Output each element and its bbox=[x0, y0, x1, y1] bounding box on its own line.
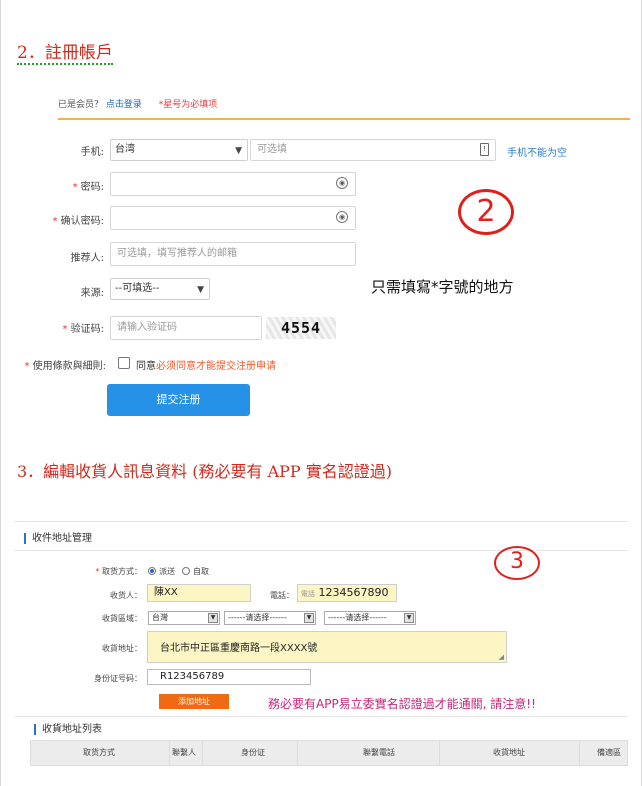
column-divider bbox=[202, 741, 203, 765]
column-header-method: 取货方式 bbox=[83, 748, 115, 757]
column-header-phone: 聯繫電話 bbox=[363, 748, 395, 757]
dropdown-arrow-icon: ▼ bbox=[208, 613, 218, 623]
chevron-down-icon: ▼ bbox=[235, 146, 242, 156]
eye-icon[interactable]: ◉ bbox=[336, 211, 348, 223]
region-country-select[interactable]: 台灣 ▼ bbox=[148, 611, 220, 625]
callout-text: 只需填寫*字號的地方 bbox=[371, 278, 514, 296]
address-section-title: 收件地址管理 bbox=[24, 533, 92, 544]
region-select-3-value: ------请选择------ bbox=[328, 613, 387, 622]
confirm-password-label: * 确认密码: bbox=[52, 216, 104, 227]
resize-handle-icon[interactable]: ◢ bbox=[499, 653, 504, 661]
password-label-text: 密码: bbox=[80, 182, 104, 193]
section2-heading-text: 2．註冊帳戶 bbox=[17, 43, 113, 65]
phone-input[interactable]: 可选填 ! bbox=[250, 139, 496, 161]
id-number-label: 身份证号码： bbox=[94, 674, 142, 683]
column-header-contact: 聯繫人 bbox=[172, 748, 196, 757]
column-divider bbox=[297, 741, 298, 765]
agree-note: 必须同意才能提交注册申请 bbox=[156, 361, 276, 372]
region-label: 收貨區域： bbox=[102, 614, 142, 623]
password-input[interactable]: ◉ bbox=[110, 172, 356, 196]
captcha-code: 4554 bbox=[280, 319, 322, 337]
phone-label: 手机: bbox=[80, 147, 104, 158]
address-textarea[interactable]: 台北市中正區重慶南路一段XXXX號 ◢ bbox=[147, 631, 507, 663]
address-label: 收貨地址： bbox=[102, 644, 142, 653]
column-divider bbox=[579, 741, 580, 765]
divider bbox=[14, 550, 628, 551]
source-label: 来源: bbox=[80, 288, 104, 299]
login-bar: 已是会员？ 点击登录 *星号为必填项 bbox=[58, 96, 630, 120]
column-divider bbox=[439, 741, 440, 765]
password-label: * 密码: bbox=[72, 182, 104, 193]
phone-field-value: 1234567890 bbox=[318, 586, 389, 599]
source-select[interactable]: --可填选-- ▼ bbox=[110, 278, 210, 300]
method-label-text: 取货方式： bbox=[102, 567, 142, 576]
region-select-3[interactable]: ------请选择------ ▼ bbox=[324, 611, 416, 625]
source-value: --可填选-- bbox=[115, 283, 160, 294]
terms-label-text: 使用條款與細則: bbox=[32, 361, 106, 372]
region-country-value: 台灣 bbox=[152, 613, 168, 622]
referrer-input[interactable]: 可选填，填写推荐人的邮箱 bbox=[110, 242, 356, 266]
country-select[interactable]: 台湾 ▼ bbox=[110, 139, 248, 161]
divider bbox=[14, 716, 628, 717]
phone-icon: ! bbox=[480, 143, 489, 156]
region-select-2[interactable]: ------请选择------ ▼ bbox=[224, 611, 316, 625]
required-note: *星号为必填项 bbox=[158, 100, 218, 110]
login-link[interactable]: 点击登录 bbox=[106, 100, 142, 110]
submit-register-button[interactable]: 提交注册 bbox=[107, 384, 250, 416]
confirm-password-input[interactable]: ◉ bbox=[110, 206, 356, 230]
dropdown-arrow-icon: ▼ bbox=[304, 613, 314, 623]
member-prefix: 已是会员？ bbox=[58, 100, 104, 110]
column-divider bbox=[169, 741, 170, 765]
step-number-badge: 3 bbox=[494, 546, 540, 580]
country-value: 台湾 bbox=[115, 144, 135, 155]
agree-text: 同意必须同意才能提交注册申请 bbox=[136, 357, 276, 372]
pickup-option-label: 自取 bbox=[193, 567, 209, 576]
step-number-badge: 2 bbox=[458, 189, 514, 235]
captcha-label: * 验证码: bbox=[62, 324, 104, 335]
region-select-2-value: ------请选择------ bbox=[228, 613, 287, 622]
captcha-placeholder: 请输入验证码 bbox=[117, 322, 177, 333]
section2-heading: 2．註冊帳戶 bbox=[17, 38, 113, 65]
section3-heading: 3．編輯收貨人訊息資料 (務必要有 APP 實名認證過) bbox=[17, 462, 393, 481]
column-header-notes: 備適區 bbox=[597, 748, 621, 757]
realname-warning: 務必要有APP易立委實名認證過才能通關, 請注意!! bbox=[268, 697, 536, 711]
referrer-label: 推荐人: bbox=[70, 253, 104, 264]
phone-note: 手机不能为空 bbox=[507, 148, 567, 159]
column-header-id: 身份证 bbox=[241, 748, 265, 757]
address-list-title: 收貨地址列表 bbox=[34, 724, 102, 735]
eye-icon[interactable]: ◉ bbox=[336, 177, 348, 189]
referrer-placeholder: 可选填，填写推荐人的邮箱 bbox=[117, 248, 237, 259]
terms-label: * 使用條款與細則: bbox=[24, 361, 106, 372]
receiver-value: 陳XX bbox=[154, 587, 178, 598]
agree-label: 同意 bbox=[136, 361, 156, 372]
captcha-image[interactable]: 4554 bbox=[266, 317, 336, 339]
radio-delivery[interactable] bbox=[148, 567, 156, 575]
phone-field-label: 電話： bbox=[270, 591, 294, 600]
delivery-option-label: 派送 bbox=[159, 567, 175, 576]
divider bbox=[14, 521, 628, 522]
agree-checkbox[interactable] bbox=[118, 357, 130, 369]
dropdown-arrow-icon: ▼ bbox=[404, 613, 414, 623]
receiver-input[interactable]: 陳XX bbox=[147, 584, 251, 602]
captcha-input[interactable]: 请输入验证码 bbox=[110, 316, 262, 340]
id-number-input[interactable]: R123456789 bbox=[147, 669, 311, 685]
address-table-header: 取货方式 聯繫人 身份证 聯繫電話 收貨地址 備適區 bbox=[30, 740, 628, 766]
phone-field-input[interactable]: 電話 1234567890 bbox=[297, 584, 397, 602]
id-number-value: R123456789 bbox=[160, 671, 225, 682]
address-value: 台北市中正區重慶南路一段XXXX號 bbox=[160, 643, 318, 654]
phone-prefix: 電話 bbox=[301, 590, 315, 598]
captcha-label-text: 验证码: bbox=[70, 324, 104, 335]
add-address-button[interactable]: 添加地址 bbox=[159, 694, 229, 709]
confirm-label-text: 确认密码: bbox=[60, 216, 104, 227]
radio-pickup[interactable] bbox=[182, 567, 190, 575]
column-header-address: 收貨地址 bbox=[493, 748, 525, 757]
receiver-label: 收货人： bbox=[110, 591, 142, 600]
chevron-down-icon: ▼ bbox=[197, 285, 204, 295]
pickup-method-label: * 取货方式： bbox=[95, 567, 142, 576]
phone-placeholder: 可选填 bbox=[257, 144, 287, 155]
